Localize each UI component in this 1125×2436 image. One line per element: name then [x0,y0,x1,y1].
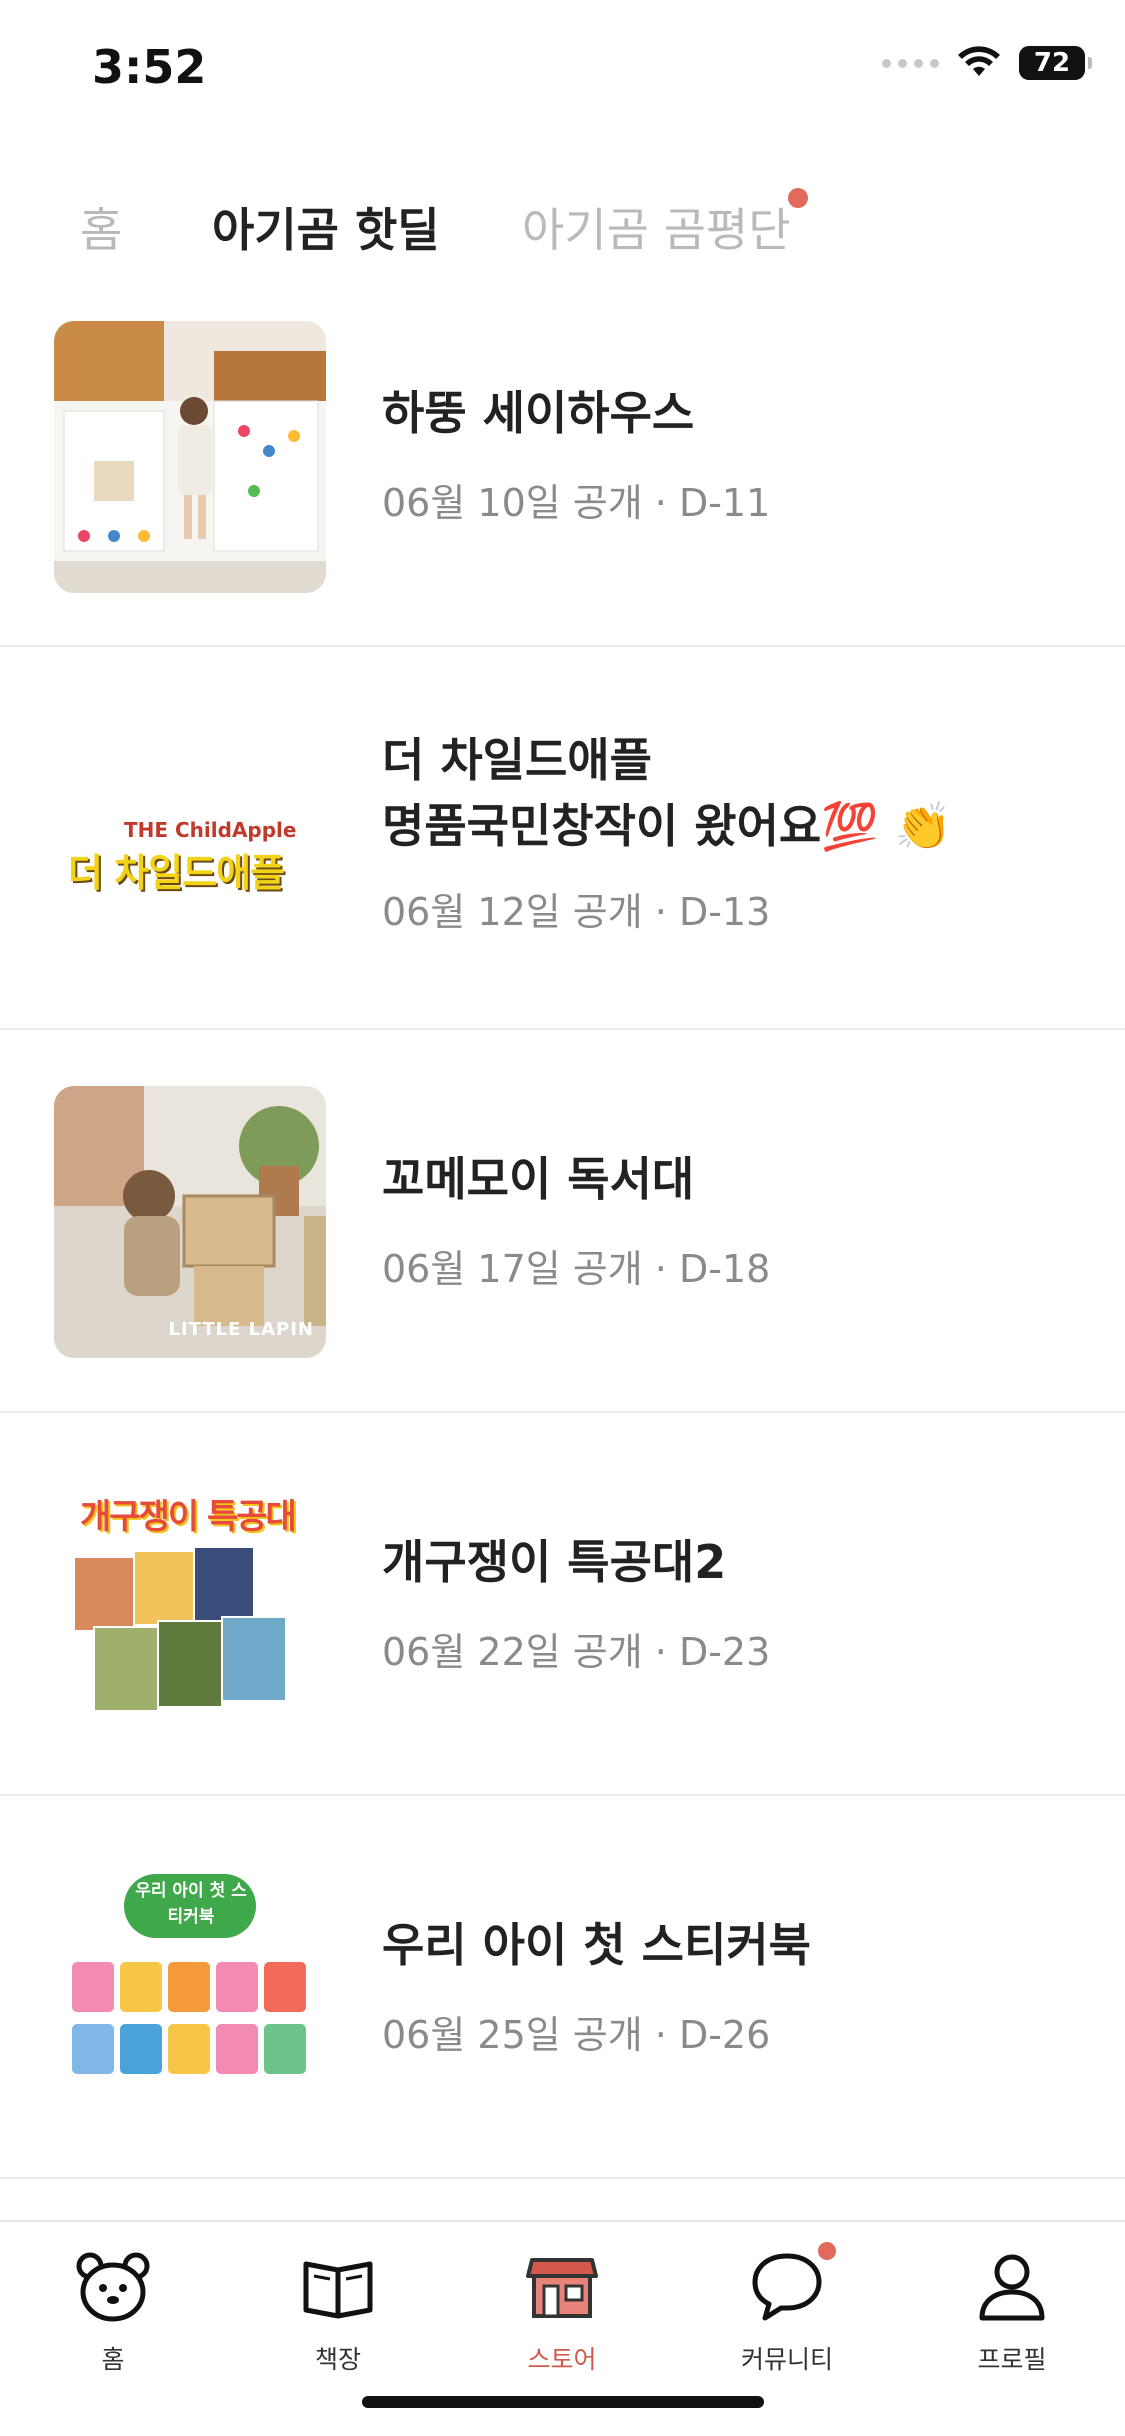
signal-icon [882,58,939,68]
nav-bookshelf-label: 책장 [314,2345,361,2374]
battery-icon: 72 [1019,46,1092,80]
deal-title: 개구쟁이 특공대2 [382,1535,727,1589]
home-indicator[interactable] [362,2396,764,2408]
little-lapin-logo: LITTLE LAPIN [168,1319,314,1340]
nav-home[interactable]: 홈 [33,2246,193,2376]
nav-home-label: 홈 [101,2345,125,2374]
nav-community[interactable]: 커뮤니티 [707,2246,867,2376]
nav-profile[interactable]: 프로필 [932,2246,1092,2376]
deal-thumbnail-sticker-book: 우리 아이 첫 스티커북 [54,1852,326,2124]
wifi-icon [958,46,1000,76]
deal-title: 우리 아이 첫 스티커북 [382,1918,811,1972]
top-tabs: 홈 아기곰 핫딜 아기곰 곰평단 [0,190,1125,270]
deal-info: 꼬메모이 독서대 06월 17일 공개 · D-18 [382,1148,1085,1293]
deal-release-date: 06월 12일 공개 · D-13 [382,890,771,934]
deal-item[interactable]: LITTLE LAPIN 꼬메모이 독서대 06월 17일 공개 · D-18 [0,1030,1125,1413]
chat-icon [752,2253,822,2321]
nav-community-label: 커뮤니티 [740,2345,833,2374]
tab-review-group[interactable]: 아기곰 곰평단 [522,190,791,270]
nav-profile-label: 프로필 [977,2345,1047,2374]
status-time: 3:52 [92,40,207,94]
deal-info: 개구쟁이 특공대2 06월 22일 공개 · D-23 [382,1531,1085,1676]
book-icon [303,2261,373,2319]
deal-item[interactable]: THE ChildApple 더 차일드애플 더 차일드애플 명품국민창작이 왔… [0,647,1125,1030]
deal-thumbnail-reading-stand: LITTLE LAPIN [54,1086,326,1358]
nav-store-label: 스토어 [527,2345,597,2374]
deal-info: 우리 아이 첫 스티커북 06월 25일 공개 · D-26 [382,1914,1085,2059]
status-bar: 3:52 72 [0,0,1125,140]
store-icon [526,2258,598,2318]
tab-notification-dot [788,188,808,208]
deal-item[interactable]: 개구쟁이 특공대 개구쟁이 특공대2 06월 22일 공개 · D-23 [0,1413,1125,1796]
battery-level: 72 [1033,48,1071,78]
deal-list: 하뚱 세이하우스 06월 10일 공개 · D-11 THE ChildAppl… [0,310,1125,2179]
deal-info: 하뚱 세이하우스 06월 10일 공개 · D-11 [382,382,1085,527]
deal-release-date: 06월 25일 공개 · D-26 [382,2013,771,2057]
nav-store[interactable]: 스토어 [482,2246,642,2376]
deal-release-date: 06월 22일 공개 · D-23 [382,1630,771,1674]
deal-title: 더 차일드애플 명품국민창작이 왔어요💯 👏 [382,733,952,853]
nav-bookshelf[interactable]: 책장 [258,2246,418,2376]
deal-thumbnail-book-set: 개구쟁이 특공대 [54,1469,326,1741]
deal-item[interactable]: 우리 아이 첫 스티커북 우리 아이 첫 스티커북 06월 25일 공개 · D… [0,1796,1125,2179]
status-indicators: 72 [882,46,1092,80]
deal-release-date: 06월 17일 공개 · D-18 [382,1247,771,1291]
bear-icon [76,2252,150,2322]
deal-thumbnail-playhouse [54,321,326,593]
childapple-logo-small: THE ChildApple [124,818,297,842]
deal-title: 꼬메모이 독서대 [382,1152,695,1206]
community-notification-dot [818,2242,836,2260]
deal-item[interactable]: 하뚱 세이하우스 06월 10일 공개 · D-11 [0,310,1125,647]
tab-hot-deal[interactable]: 아기곰 핫딜 [212,190,440,270]
deal-release-date: 06월 10일 공개 · D-11 [382,481,771,525]
tab-home[interactable]: 홈 [80,190,122,270]
person-icon [979,2254,1045,2321]
deal-title: 하뚱 세이하우스 [382,386,695,440]
deal-thumbnail-childapple: THE ChildApple 더 차일드애플 [54,702,326,974]
childapple-logo-big: 더 차일드애플 [68,851,285,895]
deal-info: 더 차일드애플 명품국민창작이 왔어요💯 👏 06월 12일 공개 · D-13 [382,727,1085,936]
